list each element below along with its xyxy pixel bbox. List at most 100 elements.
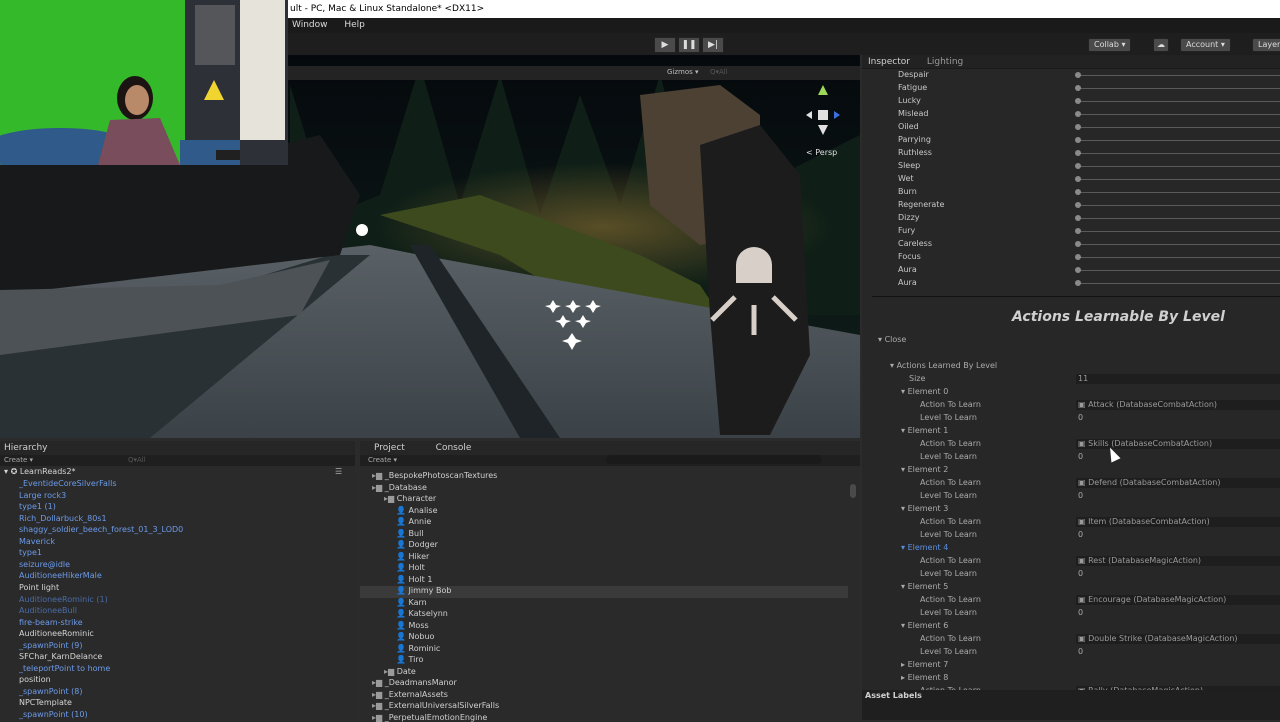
persp-label[interactable]: < Persp bbox=[806, 148, 837, 157]
status-slider-handle[interactable] bbox=[1075, 280, 1081, 286]
project-item[interactable]: 👤 Katselynn bbox=[396, 609, 448, 618]
project-item[interactable]: ▸▆ _DeadmansManor bbox=[372, 678, 457, 687]
status-slider-handle[interactable] bbox=[1075, 163, 1081, 169]
element-foldout[interactable]: ▾ Element 6 bbox=[901, 621, 948, 630]
hierarchy-item[interactable]: Maverick bbox=[19, 537, 55, 546]
project-item[interactable]: 👤 Tiro bbox=[396, 655, 423, 664]
gizmos-dropdown[interactable]: Gizmos ▾ bbox=[667, 68, 699, 76]
level-to-learn-field[interactable]: 0 bbox=[1078, 569, 1083, 578]
level-to-learn-field[interactable]: 0 bbox=[1078, 647, 1083, 656]
hierarchy-item[interactable]: Point light bbox=[19, 583, 59, 592]
element-foldout[interactable]: ▾ Element 4 bbox=[901, 543, 948, 552]
hierarchy-item[interactable]: position bbox=[19, 675, 51, 684]
status-slider[interactable] bbox=[1078, 270, 1280, 271]
pause-button[interactable]: ❚❚ bbox=[678, 37, 700, 53]
hierarchy-item[interactable]: shaggy_soldier_beech_forest_01_3_LOD0 bbox=[19, 525, 183, 534]
status-slider-handle[interactable] bbox=[1075, 215, 1081, 221]
play-button[interactable]: ▶ bbox=[654, 37, 676, 53]
status-slider[interactable] bbox=[1078, 140, 1280, 141]
status-slider[interactable] bbox=[1078, 283, 1280, 284]
hierarchy-item[interactable]: SFChar_KarnDelance bbox=[19, 652, 102, 661]
project-create-button[interactable]: Create ▾ bbox=[360, 456, 397, 464]
status-slider-handle[interactable] bbox=[1075, 85, 1081, 91]
status-slider[interactable] bbox=[1078, 192, 1280, 193]
status-slider[interactable] bbox=[1078, 218, 1280, 219]
hierarchy-item[interactable]: Rich_Dollarbuck_80s1 bbox=[19, 514, 107, 523]
status-slider-handle[interactable] bbox=[1075, 254, 1081, 260]
hierarchy-scene-root[interactable]: ▾ ✪ LearnReads2* bbox=[4, 467, 76, 476]
hierarchy-create-button[interactable]: Create ▾ bbox=[0, 456, 33, 464]
status-slider-handle[interactable] bbox=[1075, 150, 1081, 156]
tab-project[interactable]: Project bbox=[360, 443, 405, 453]
project-item[interactable]: 👤 Dodger bbox=[396, 540, 438, 549]
action-to-learn-field[interactable]: ▣ Double Strike (DatabaseMagicAction) bbox=[1076, 634, 1280, 644]
hierarchy-item[interactable]: NPCTemplate bbox=[19, 698, 72, 707]
project-item[interactable]: ▸▆ _ExternalUniversalSilverFalls bbox=[372, 701, 499, 710]
project-item[interactable]: 👤 Moss bbox=[396, 621, 429, 630]
hierarchy-item[interactable]: fire-beam-strike bbox=[19, 618, 83, 627]
level-to-learn-field[interactable]: 0 bbox=[1078, 530, 1083, 539]
project-item[interactable]: 👤 Analise bbox=[396, 506, 438, 515]
element-foldout[interactable]: ▾ Element 0 bbox=[901, 387, 948, 396]
element-foldout[interactable]: ▸ Element 8 bbox=[901, 673, 948, 682]
expand-triangle-icon[interactable]: ▾ bbox=[4, 467, 8, 476]
status-slider[interactable] bbox=[1078, 88, 1280, 89]
status-slider[interactable] bbox=[1078, 205, 1280, 206]
project-item[interactable]: 👤 Rominic bbox=[396, 644, 440, 653]
scene-search-input[interactable]: Q▾All bbox=[710, 68, 728, 76]
level-to-learn-field[interactable]: 0 bbox=[1078, 491, 1083, 500]
account-button[interactable]: Account ▾ bbox=[1180, 38, 1231, 52]
status-slider-handle[interactable] bbox=[1075, 176, 1081, 182]
project-item[interactable]: ▸▆ _Database bbox=[372, 483, 427, 492]
hierarchy-item[interactable]: AuditioneeHikerMale bbox=[19, 571, 102, 580]
status-slider-handle[interactable] bbox=[1075, 267, 1081, 273]
element-foldout[interactable]: ▾ Element 1 bbox=[901, 426, 948, 435]
hierarchy-item[interactable]: AuditioneeBull bbox=[19, 606, 77, 615]
project-item[interactable]: ▸▆ _BespokePhotoscanTextures bbox=[372, 471, 497, 480]
layers-button[interactable]: Layer bbox=[1252, 38, 1280, 52]
hierarchy-item[interactable]: _EventideCoreSilverFalls bbox=[19, 479, 117, 488]
status-slider[interactable] bbox=[1078, 114, 1280, 115]
status-slider[interactable] bbox=[1078, 153, 1280, 154]
action-to-learn-field[interactable]: ▣ Skills (DatabaseCombatAction) bbox=[1076, 439, 1280, 449]
menu-help[interactable]: Help bbox=[344, 20, 365, 30]
hierarchy-search-input[interactable]: Q▾All bbox=[128, 455, 146, 466]
actions-learned-foldout[interactable]: ▾ Actions Learned By Level bbox=[890, 361, 997, 370]
tab-inspector[interactable]: Inspector bbox=[862, 57, 910, 67]
collab-button[interactable]: Collab ▾ bbox=[1088, 38, 1132, 52]
tab-hierarchy[interactable]: Hierarchy bbox=[0, 443, 48, 453]
status-slider-handle[interactable] bbox=[1075, 189, 1081, 195]
element-foldout[interactable]: ▾ Element 5 bbox=[901, 582, 948, 591]
project-item[interactable]: 👤 Karn bbox=[396, 598, 427, 607]
hierarchy-item[interactable]: _spawnPoint (10) bbox=[19, 710, 88, 719]
project-search-input[interactable] bbox=[606, 455, 822, 464]
action-to-learn-field[interactable]: ▣ Attack (DatabaseCombatAction) bbox=[1076, 400, 1280, 410]
action-to-learn-field[interactable]: ▣ Encourage (DatabaseMagicAction) bbox=[1076, 595, 1280, 605]
status-slider-handle[interactable] bbox=[1075, 137, 1081, 143]
action-to-learn-field[interactable]: ▣ Item (DatabaseCombatAction) bbox=[1076, 517, 1280, 527]
hierarchy-item[interactable]: _spawnPoint (9) bbox=[19, 641, 83, 650]
project-item[interactable]: 👤 Holt 1 bbox=[396, 575, 432, 584]
step-button[interactable]: ▶| bbox=[702, 37, 724, 53]
status-slider-handle[interactable] bbox=[1075, 228, 1081, 234]
status-slider[interactable] bbox=[1078, 75, 1280, 76]
project-item[interactable]: 👤 Hiker bbox=[396, 552, 429, 561]
hierarchy-item[interactable]: type1 (1) bbox=[19, 502, 56, 511]
status-slider-handle[interactable] bbox=[1075, 124, 1081, 130]
project-item[interactable]: 👤 Annie bbox=[396, 517, 431, 526]
project-scrollbar[interactable] bbox=[850, 484, 856, 498]
hierarchy-item[interactable]: _teleportPoint to home bbox=[19, 664, 110, 673]
action-to-learn-field[interactable]: ▣ Rest (DatabaseMagicAction) bbox=[1076, 556, 1280, 566]
status-slider[interactable] bbox=[1078, 179, 1280, 180]
status-slider-handle[interactable] bbox=[1075, 98, 1081, 104]
scene-menu-icon[interactable]: ☰ bbox=[335, 467, 342, 476]
project-item[interactable]: 👤 Jimmy Bob bbox=[396, 586, 451, 595]
hierarchy-item[interactable]: _spawnPoint (8) bbox=[19, 687, 83, 696]
close-foldout[interactable]: ▾ Close bbox=[878, 335, 906, 344]
hierarchy-item[interactable]: type1 bbox=[19, 548, 42, 557]
action-to-learn-field[interactable]: ▣ Defend (DatabaseCombatAction) bbox=[1076, 478, 1280, 488]
status-slider[interactable] bbox=[1078, 231, 1280, 232]
status-slider-handle[interactable] bbox=[1075, 72, 1081, 78]
project-item[interactable]: ▸▆ Date bbox=[384, 667, 416, 676]
element-foldout[interactable]: ▸ Element 7 bbox=[901, 660, 948, 669]
